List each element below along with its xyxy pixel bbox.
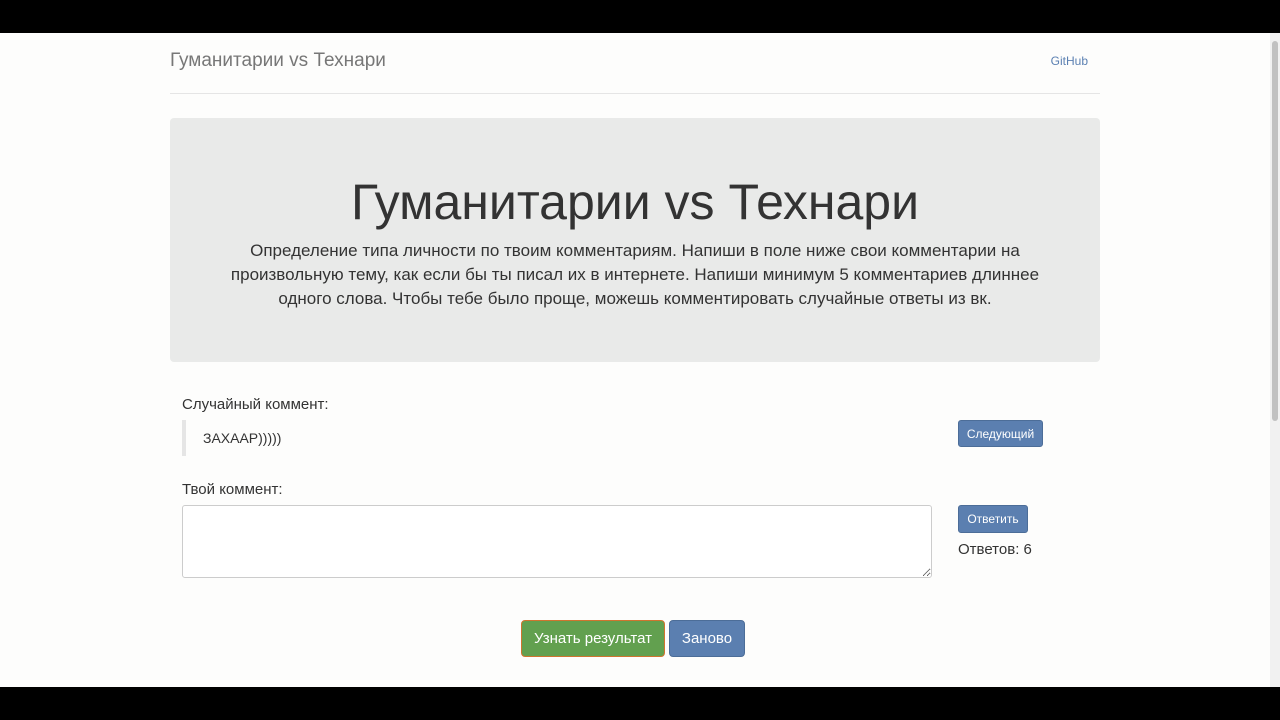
your-comment-label: Твой коммент: bbox=[182, 481, 283, 498]
page-container: Гуманитарии vs Технари GitHub Гуманитари… bbox=[170, 33, 1100, 362]
answers-count: Ответов: 6 bbox=[958, 541, 1032, 558]
jumbotron-title: Гуманитарии vs Технари bbox=[350, 174, 920, 230]
random-comment-quote: ЗАХААР))))) bbox=[182, 420, 281, 456]
reply-button[interactable]: Ответить bbox=[958, 505, 1028, 533]
random-comment-label: Случайный коммент: bbox=[182, 396, 329, 413]
page-scrollbar[interactable] bbox=[1270, 33, 1280, 687]
scrollbar-thumb[interactable] bbox=[1272, 41, 1278, 421]
browser-viewport: Гуманитарии vs Технари GitHub Гуманитари… bbox=[0, 33, 1280, 687]
next-comment-button[interactable]: Следующий bbox=[958, 420, 1043, 447]
page-header: Гуманитарии vs Технари GitHub bbox=[170, 33, 1100, 94]
jumbotron: Гуманитарии vs Технари Определение типа … bbox=[170, 118, 1100, 362]
comment-textarea[interactable] bbox=[182, 505, 932, 578]
jumbotron-description: Определение типа личности по твоим комме… bbox=[230, 241, 1040, 308]
brand-link[interactable]: Гуманитарии vs Технари bbox=[170, 50, 386, 72]
restart-button[interactable]: Заново bbox=[669, 620, 745, 657]
get-result-button[interactable]: Узнать результат bbox=[521, 620, 665, 657]
github-link[interactable]: GitHub bbox=[1051, 54, 1088, 68]
